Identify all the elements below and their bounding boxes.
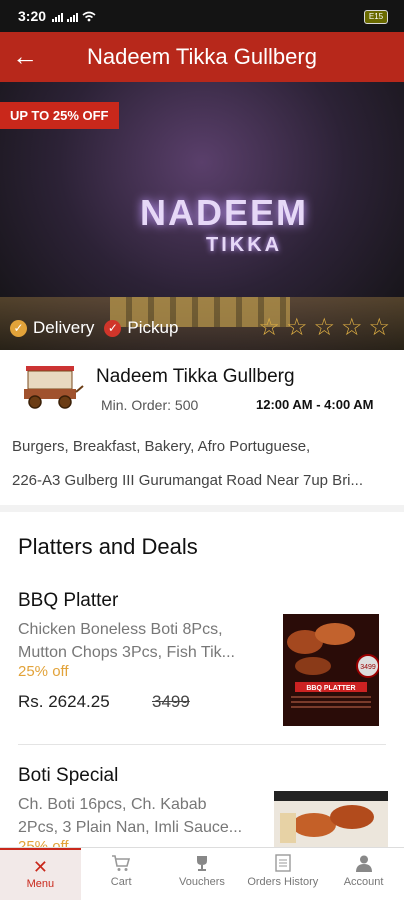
tab-orders-history[interactable]: Orders History [242,848,323,900]
menu-section: Platters and Deals BBQ Platter Chicken B… [0,512,404,855]
receipt-icon [242,854,323,876]
tab-account[interactable]: Account [323,848,404,900]
opening-hours: 12:00 AM - 4:00 AM [256,397,374,412]
star-icon: ☆ [285,314,308,341]
item-name: BBQ Platter [18,590,119,611]
tab-label: Menu [26,878,55,890]
fork-knife-icon: ✕ [32,857,48,877]
food-cart-logo-icon [24,366,84,409]
item-old-price: 3499 [152,692,190,711]
item-image: 3499 BBQ PLATTER [283,614,379,726]
bottom-nav: ✕ Menu Cart Vouchers Orders History Acco… [0,847,404,900]
star-icon: ☆ [368,314,390,341]
cart-icon [81,854,162,876]
thumb-price: 3499 [360,664,376,671]
tab-cart[interactable]: Cart [81,848,162,900]
item-price: Rs. 2624.25 [18,692,110,711]
min-order: Min. Order: 500 [101,397,199,413]
item-description: Ch. Boti 16pcs, Ch. Kabab 2Pcs, 3 Plain … [18,796,243,836]
item-description: Chicken Boneless Boti 8Pcs, Mutton Chops… [18,621,235,661]
item-image [274,791,388,848]
status-time: 3:20 [18,8,47,24]
item-discount: 25% off [18,663,69,680]
tab-vouchers[interactable]: Vouchers [162,848,243,900]
tab-label: Cart [110,876,132,888]
tab-label: Orders History [247,876,319,888]
item-divider [18,744,386,745]
cuisine-list: Burgers, Breakfast, Bakery, Afro Portugu… [12,438,311,455]
promo-badge: UP TO 25% OFF [0,102,119,129]
section-title: Platters and Deals [18,534,198,559]
page-title: Nadeem Tikka Gullberg [87,44,317,69]
thumb-label: BBQ PLATTER [306,685,355,692]
tab-label: Account [343,876,384,888]
restaurant-address: 226-A3 Gulberg III Gurumangat Road Near … [12,472,364,489]
star-icon: ☆ [313,314,335,341]
person-icon [323,854,404,876]
item-name: Boti Special [18,765,119,786]
pickup-label: Pickup [127,318,179,337]
wifi-icon [82,11,96,22]
service-tags: ✓ Delivery ✓ Pickup [10,318,178,338]
star-icon: ☆ [340,314,363,341]
signal-icon [52,13,63,22]
app-bar: ← Nadeem Tikka Gullberg [0,32,404,82]
tab-label: Vouchers [179,876,225,888]
rating-stars: ☆ ☆ ☆ ☆ ☆ [258,313,390,342]
banner-logo-sub: TIKKA [206,234,283,256]
banner-logo-text: NADEEM [140,192,309,233]
tab-menu[interactable]: ✕ Menu [0,848,81,900]
check-icon: ✓ [10,319,27,337]
restaurant-name: Nadeem Tikka Gullberg [96,366,295,387]
status-bar: 3:20 E15 [0,0,404,32]
signal-icons [52,11,96,22]
trophy-icon [162,854,243,876]
star-icon: ☆ [258,314,280,341]
delivery-label: Delivery [33,318,95,337]
restaurant-info: Nadeem Tikka Gullberg Min. Order: 500 12… [0,350,404,505]
signal-icon [67,13,78,22]
battery-icon: E15 [364,10,388,24]
check-icon: ✓ [104,319,122,337]
